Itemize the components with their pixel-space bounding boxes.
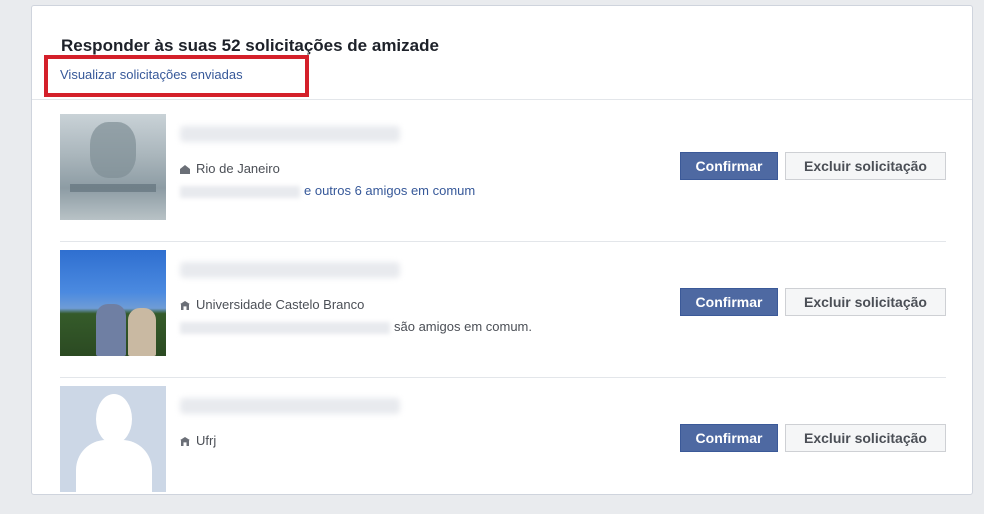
location-info: Rio de Janeiro (180, 161, 280, 176)
page-title: Responder às suas 52 solicitações de ami… (61, 36, 439, 55)
view-sent-requests-link[interactable]: Visualizar solicitações enviadas (60, 67, 243, 82)
requests-header: Responder às suas 52 solicitações de ami… (32, 6, 972, 100)
education-text: Universidade Castelo Branco (196, 297, 365, 312)
school-icon (180, 301, 190, 310)
mutual-friends: e outros 6 amigos em comum (180, 183, 475, 198)
friend-requests-panel: Responder às suas 52 solicitações de ami… (31, 5, 973, 495)
requester-name-blurred[interactable] (180, 262, 400, 278)
requester-name-blurred[interactable] (180, 126, 400, 142)
friend-request-row: Universidade Castelo Branco são amigos e… (60, 242, 946, 378)
confirm-button[interactable]: Confirmar (680, 288, 778, 316)
friend-request-row: Rio de Janeiro e outros 6 amigos em comu… (60, 106, 946, 242)
education-text: Ufrj (196, 433, 217, 448)
mutual-friends: são amigos em comum. (180, 319, 532, 334)
location-text: Rio de Janeiro (196, 161, 280, 176)
school-icon (180, 437, 190, 446)
delete-request-button[interactable]: Excluir solicitação (785, 288, 946, 316)
avatar[interactable] (60, 114, 166, 220)
mutual-friend-name-blurred[interactable] (180, 185, 300, 198)
delete-request-button[interactable]: Excluir solicitação (785, 424, 946, 452)
friend-request-row: Ufrj Confirmar Excluir solicitação (60, 378, 946, 514)
delete-request-button[interactable]: Excluir solicitação (785, 152, 946, 180)
education-info: Universidade Castelo Branco (180, 297, 364, 312)
avatar[interactable] (60, 250, 166, 356)
mutual-friends-link[interactable]: e outros 6 amigos em comum (304, 183, 475, 198)
confirm-button[interactable]: Confirmar (680, 152, 778, 180)
requester-name-blurred[interactable] (180, 398, 400, 414)
education-info: Ufrj (180, 433, 216, 448)
home-icon (180, 165, 190, 174)
confirm-button[interactable]: Confirmar (680, 424, 778, 452)
default-avatar[interactable] (60, 386, 166, 492)
mutual-friend-names-blurred[interactable] (180, 321, 390, 334)
mutual-friends-text: são amigos em comum. (394, 319, 532, 334)
